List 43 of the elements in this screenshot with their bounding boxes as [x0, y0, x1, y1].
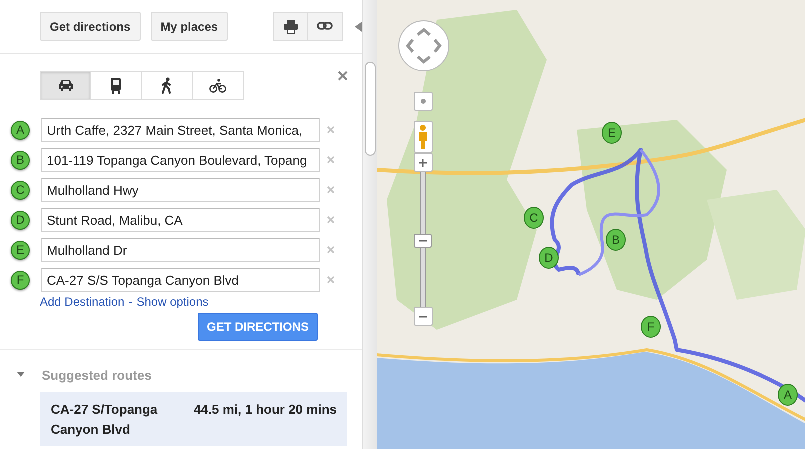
travel-mode-tab[interactable]: [142, 71, 193, 100]
zoom-out-button[interactable]: [414, 307, 432, 326]
waypoint-marker: D: [11, 210, 30, 230]
waypoint-marker: C: [11, 180, 30, 200]
link-button[interactable]: [308, 12, 343, 41]
waypoint-field[interactable]: CA-27 S/S Topanga Canyon Blvd: [41, 268, 320, 292]
waypoint-field[interactable]: 101-119 Topanga Canyon Boulevard, Topang: [41, 148, 320, 172]
toolbar-button[interactable]: My places: [150, 12, 228, 41]
person-icon: [418, 125, 428, 149]
waypoint-marker: E: [11, 240, 30, 260]
map-view[interactable]: A B C D E F: [377, 0, 805, 449]
collapse-arrow-icon[interactable]: [355, 22, 362, 32]
printer-icon: [282, 18, 298, 34]
waypoint-field[interactable]: Mulholland Hwy: [41, 178, 320, 202]
plus-icon: [418, 158, 428, 168]
waypoint-field[interactable]: Urth Caffe, 2327 Main Street, Santa Monica,: [41, 118, 320, 142]
pan-control[interactable]: [397, 19, 451, 73]
toolbar-button[interactable]: Get directions: [40, 12, 141, 41]
car-icon: [56, 77, 74, 94]
text-link[interactable]: Show options: [136, 295, 209, 309]
reset-button[interactable]: [414, 92, 432, 111]
link-separator: -: [128, 295, 133, 309]
waypoint-field[interactable]: Mulholland Dr: [41, 238, 320, 262]
print-button[interactable]: [273, 12, 308, 41]
waypoint-marker: F: [11, 270, 30, 290]
zoom-in-button[interactable]: [414, 153, 432, 172]
text-link[interactable]: Add Destination: [40, 295, 125, 309]
close-icon[interactable]: [338, 71, 348, 81]
waypoint-field[interactable]: Stunt Road, Malibu, CA: [41, 208, 320, 232]
zoom-slider-thumb[interactable]: [414, 234, 432, 248]
scrollbar[interactable]: [362, 0, 377, 449]
route-summary: 44.5 mi, 1 hour 20 mins: [194, 401, 337, 419]
route-card[interactable]: CA-27 S/Topanga Canyon Blvd 44.5 mi, 1 hour 20 mins: [40, 392, 347, 446]
bicycle-icon: [209, 77, 227, 94]
travel-mode-tab[interactable]: [193, 71, 244, 100]
expanded-triangle-icon[interactable]: [17, 372, 25, 380]
waypoint-marker: B: [11, 150, 30, 170]
scrollbar-thumb[interactable]: [365, 62, 376, 156]
travel-mode-tab[interactable]: [40, 71, 91, 100]
route-name: CA-27 S/Topanga Canyon Blvd: [51, 401, 159, 439]
travel-mode-tab[interactable]: [91, 71, 142, 100]
waypoint-marker: A: [11, 120, 30, 140]
section-title: Suggested routes: [42, 368, 152, 383]
